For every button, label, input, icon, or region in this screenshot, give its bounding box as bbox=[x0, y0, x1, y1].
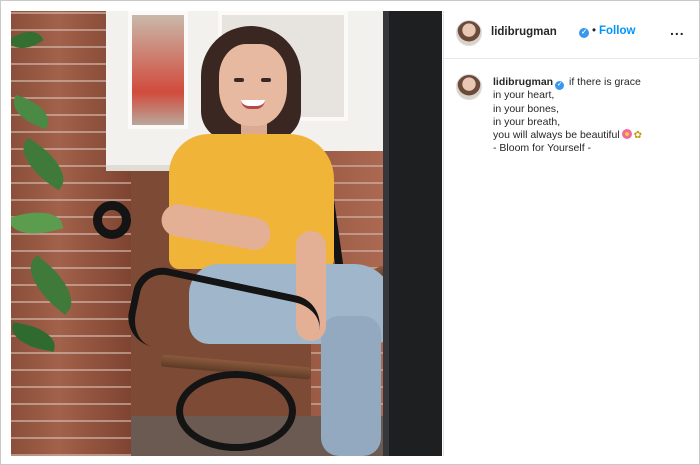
more-options-icon[interactable]: ... bbox=[670, 22, 685, 38]
separator-dot: • bbox=[592, 25, 597, 37]
caption-line: in your breath, bbox=[493, 115, 561, 128]
caption-line: in your bones, bbox=[493, 102, 559, 115]
caption-line: - Bloom for Yourself - bbox=[493, 142, 592, 155]
caption-line: you will always be beautiful bbox=[493, 129, 620, 142]
verified-badge-icon: ✓ bbox=[579, 28, 589, 38]
flower-emoji-icon bbox=[621, 129, 632, 140]
avatar[interactable] bbox=[456, 20, 482, 46]
bee-emoji-icon: ✿ bbox=[633, 130, 643, 142]
caption-line: if there is grace bbox=[569, 76, 641, 88]
header-username[interactable]: lidibrugman bbox=[491, 26, 557, 38]
instagram-post-embed: lidibrugman ✓ • Follow ... lidibrugman ✓ … bbox=[0, 0, 700, 465]
post-caption: lidibrugman ✓ if there is grace in your h… bbox=[444, 61, 700, 201]
verified-badge-icon: ✓ bbox=[555, 81, 565, 90]
caption-text: lidibrugman ✓ if there is grace in your h… bbox=[493, 76, 693, 156]
plant-leaves bbox=[11, 24, 83, 391]
caption-avatar[interactable] bbox=[456, 74, 482, 100]
post-photo[interactable] bbox=[11, 11, 442, 456]
caption-line: in your heart, bbox=[493, 89, 555, 102]
post-header: lidibrugman ✓ • Follow ... bbox=[444, 11, 700, 59]
caption-username[interactable]: lidibrugman bbox=[493, 76, 553, 88]
dark-pillar bbox=[389, 11, 442, 456]
follow-button[interactable]: Follow bbox=[599, 25, 635, 37]
